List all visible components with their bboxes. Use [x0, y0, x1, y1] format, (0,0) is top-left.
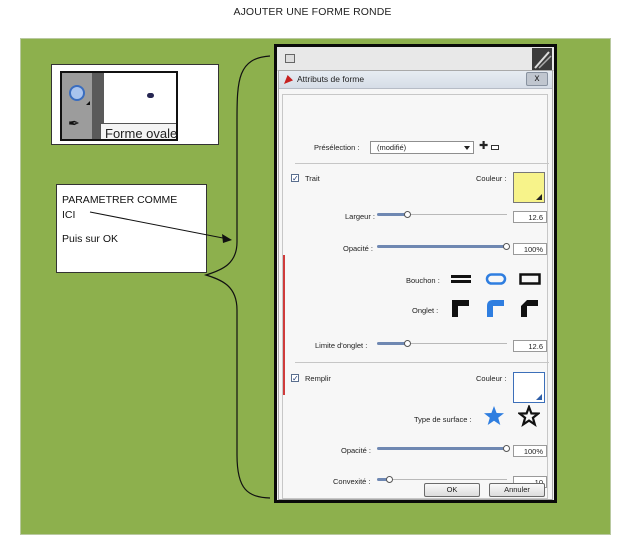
toolbar-crop: ✒ Forme ovale: [60, 71, 178, 141]
panel-edge-mark: [283, 255, 285, 395]
fill-label: Remplir: [305, 374, 331, 383]
convexity-label: Convexité :: [333, 477, 371, 486]
dialog-titlebar[interactable]: Attributs de forme x: [279, 71, 552, 89]
stroke-label: Trait: [305, 174, 320, 183]
slider-knob[interactable]: [404, 340, 411, 347]
instruction-note: PARAMETRER COMME ICI Puis sur OK: [56, 184, 207, 273]
dialog-app-icon: [284, 75, 293, 84]
page-title: AJOUTER UNE FORME RONDE: [233, 6, 392, 18]
stroke-opacity-slider[interactable]: [377, 241, 510, 251]
bevel-join-icon[interactable]: [519, 298, 539, 318]
stroke-width-label: Largeur :: [345, 212, 376, 221]
tool-thumbnail: ✒ Forme ovale: [51, 64, 219, 145]
window-icon: [285, 54, 295, 63]
stroke-checkbox[interactable]: ✓: [291, 174, 299, 183]
cap-label: Bouchon :: [406, 276, 440, 285]
butt-cap-icon[interactable]: [450, 273, 472, 285]
preset-label: Présélection :: [314, 143, 360, 152]
round-cap-icon[interactable]: [485, 273, 507, 285]
stroke-opacity-label: Opacité :: [343, 244, 374, 253]
ok-button[interactable]: OK: [424, 483, 480, 497]
slider-knob[interactable]: [386, 476, 393, 483]
slider-knob[interactable]: [503, 445, 510, 452]
minus-icon[interactable]: [491, 145, 499, 150]
fill-color-label: Couleur :: [476, 374, 507, 383]
shape-dot-icon: [147, 93, 154, 98]
chevron-down-icon: [464, 146, 470, 150]
slider-knob[interactable]: [404, 211, 411, 218]
swatch-corner-icon: [536, 194, 542, 200]
divider-1: [295, 163, 549, 164]
screenshot-page: AJOUTER UNE FORME RONDE ✒ Forme ovale PA…: [0, 0, 625, 535]
miter-limit-label: Limite d'onglet :: [315, 341, 368, 350]
outline-star-icon[interactable]: [518, 405, 540, 427]
fill-checkbox[interactable]: ✓: [291, 374, 299, 383]
dialog-frame: Attributs de forme x Présélection : (mod…: [274, 44, 557, 503]
divider-2: [295, 362, 549, 363]
fill-color-swatch[interactable]: [513, 372, 545, 403]
stroke-width-slider[interactable]: [377, 209, 507, 219]
preset-select[interactable]: (modifié): [370, 141, 474, 154]
tooltip-forme-ovale: Forme ovale: [100, 123, 176, 139]
cancel-button[interactable]: Annuler: [489, 483, 545, 497]
dialog-title: Attributs de forme: [297, 74, 365, 84]
fill-opacity-value[interactable]: 100%: [513, 445, 547, 457]
stroke-color-swatch[interactable]: [513, 172, 545, 203]
note-line-3: Puis sur OK: [62, 233, 119, 245]
app-corner-icon: [532, 48, 552, 70]
close-button[interactable]: x: [526, 72, 548, 86]
slider-knob[interactable]: [503, 243, 510, 250]
stroke-opacity-value[interactable]: 100%: [513, 243, 547, 255]
surface-type-label: Type de surface :: [414, 415, 472, 424]
host-window-bar: [277, 47, 554, 71]
note-line-2: ICI: [62, 209, 76, 221]
slider-track: [408, 214, 507, 215]
plus-icon[interactable]: ✚: [479, 141, 488, 152]
slider-fill: [377, 245, 507, 248]
solid-star-icon[interactable]: [483, 405, 505, 427]
oval-tool-icon[interactable]: [69, 85, 85, 101]
miter-limit-slider[interactable]: [377, 338, 507, 348]
miter-limit-value[interactable]: 12.6: [513, 340, 547, 352]
dialog-panel: Présélection : (modifié) ✚ ✓ Trait Coule…: [282, 94, 549, 499]
note-line-1: PARAMETRER COMME: [62, 194, 178, 206]
round-join-icon[interactable]: [485, 298, 505, 318]
flyout-corner-icon: [86, 101, 90, 105]
pen-tool-icon[interactable]: ✒: [68, 115, 80, 132]
fill-opacity-slider[interactable]: [377, 443, 510, 453]
slider-track: [408, 343, 507, 344]
miter-join-icon[interactable]: [450, 298, 470, 318]
swatch-corner-icon: [536, 394, 542, 400]
square-cap-icon[interactable]: [519, 273, 541, 285]
stroke-color-label: Couleur :: [476, 174, 507, 183]
stroke-width-value[interactable]: 12.6: [513, 211, 547, 223]
fill-opacity-label: Opacité :: [341, 446, 372, 455]
shape-attributes-dialog: Attributs de forme x Présélection : (mod…: [278, 70, 553, 500]
preset-value: (modifié): [377, 143, 407, 152]
join-label: Onglet :: [412, 306, 439, 315]
slider-track: [390, 479, 507, 480]
slider-fill: [377, 447, 507, 450]
